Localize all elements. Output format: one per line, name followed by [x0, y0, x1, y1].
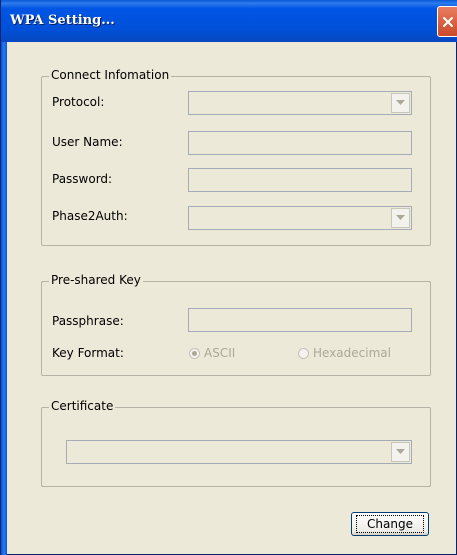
ascii-radio-label: ASCII: [204, 346, 236, 360]
close-icon: [443, 16, 453, 27]
username-label: User Name:: [52, 135, 123, 149]
change-button[interactable]: Change: [351, 512, 429, 536]
phase2auth-select[interactable]: [188, 206, 412, 230]
connect-info-legend: Connect Infomation: [49, 68, 172, 82]
hexadecimal-radio-dot[interactable]: [298, 347, 309, 359]
passphrase-field[interactable]: [188, 308, 412, 332]
password-field[interactable]: [188, 168, 412, 192]
chevron-down-icon: [396, 215, 405, 220]
password-label: Password:: [52, 172, 113, 186]
chevron-down-icon: [396, 100, 405, 105]
certificate-legend: Certificate: [49, 399, 116, 413]
phase2auth-label: Phase2Auth:: [52, 209, 128, 223]
protocol-dropdown-button[interactable]: [391, 93, 410, 113]
close-button[interactable]: [437, 6, 457, 37]
hexadecimal-radio[interactable]: Hexadecimal: [298, 346, 391, 360]
key-format-label: Key Format:: [52, 346, 124, 360]
chevron-down-icon: [396, 449, 405, 454]
ascii-radio-dot[interactable]: [189, 347, 200, 359]
username-field[interactable]: [188, 131, 412, 155]
wpa-setting-dialog: WPA Setting... Connect Infomation Protoc…: [0, 0, 457, 555]
passphrase-label: Passphrase:: [52, 314, 124, 328]
phase2auth-dropdown-button[interactable]: [391, 208, 410, 228]
certificate-select[interactable]: [66, 440, 412, 464]
hexadecimal-radio-label: Hexadecimal: [313, 346, 391, 360]
protocol-select[interactable]: [188, 91, 412, 115]
window-frame-left: [1, 42, 7, 555]
change-button-label: Change: [356, 515, 424, 533]
pre-shared-key-legend: Pre-shared Key: [49, 273, 143, 287]
ascii-radio[interactable]: ASCII: [189, 346, 235, 360]
window-title: WPA Setting...: [10, 13, 115, 28]
certificate-dropdown-button[interactable]: [391, 442, 410, 462]
protocol-label: Protocol:: [52, 95, 105, 109]
title-bar[interactable]: WPA Setting...: [1, 0, 457, 42]
